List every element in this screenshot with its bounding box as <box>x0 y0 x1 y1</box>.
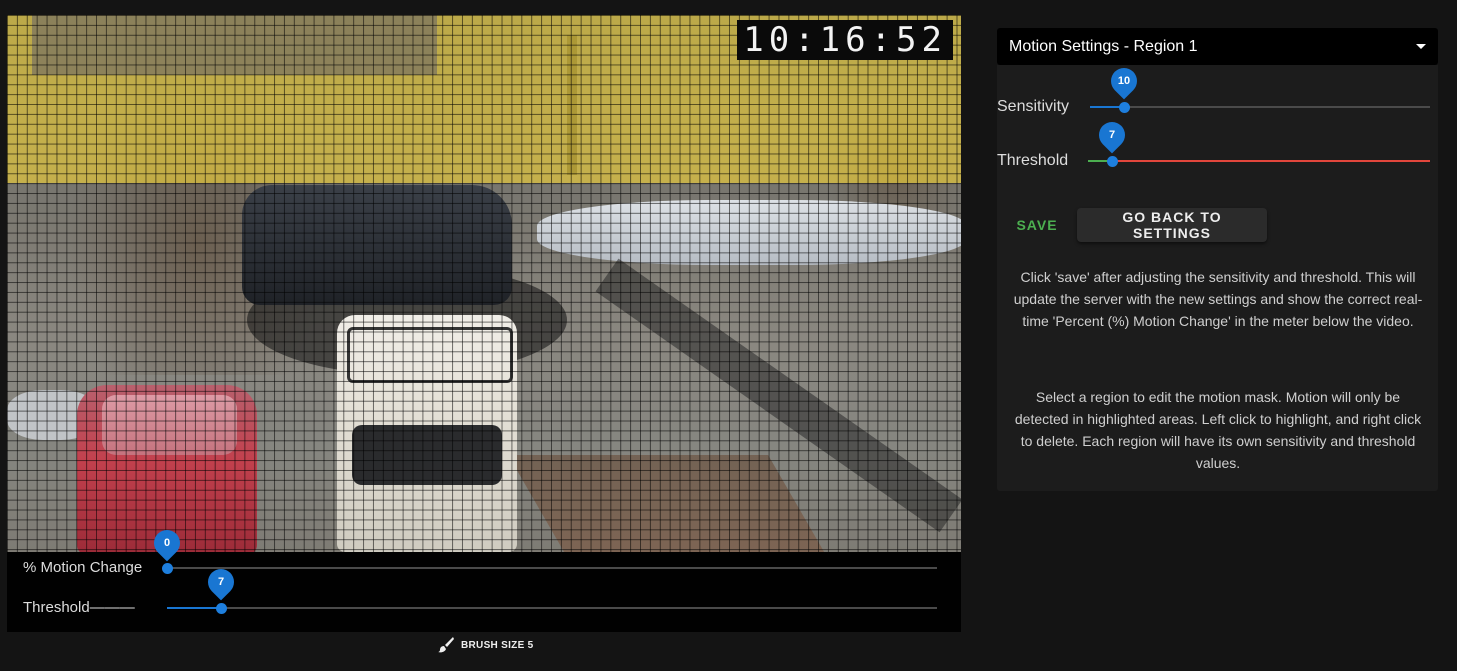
camera-video-feed[interactable]: 10:16:52 <box>7 15 961 552</box>
chevron-down-icon <box>1416 44 1426 49</box>
threshold-label: Threshold <box>997 152 1069 169</box>
motion-change-label: % Motion Change <box>23 559 143 576</box>
meter-threshold-fill <box>167 607 221 609</box>
meter-threshold-label: Threshold——— <box>23 599 135 616</box>
motion-meter-panel: % Motion Change 0 Threshold——— 7 <box>7 524 961 632</box>
brush-size-button[interactable]: BRUSH SIZE 5 <box>437 636 534 654</box>
sensitivity-track[interactable] <box>1090 106 1430 108</box>
region-help-text: Select a region to edit the motion mask.… <box>1014 389 1422 471</box>
threshold-value-bubble: 7 <box>1093 116 1131 154</box>
brush-size-label: BRUSH SIZE 5 <box>461 639 534 651</box>
video-timestamp: 10:16:52 <box>737 20 953 60</box>
region-select-value: Motion Settings - Region 1 <box>1009 37 1198 55</box>
save-help-text: Click 'save' after adjusting the sensiti… <box>1013 269 1423 329</box>
threshold-thumb[interactable] <box>1106 155 1118 167</box>
motion-change-track <box>167 567 937 569</box>
motion-settings-panel: Sensitivity 10 Threshold 7 SAVE GO BACK … <box>997 62 1438 491</box>
motion-change-value-bubble: 0 <box>148 524 186 562</box>
threshold-track[interactable] <box>1090 160 1430 162</box>
sensitivity-label: Sensitivity <box>997 98 1070 115</box>
sensitivity-value-bubble: 10 <box>1105 62 1143 100</box>
motion-change-thumb <box>161 562 173 574</box>
brush-icon <box>438 637 454 653</box>
go-back-to-settings-button[interactable]: GO BACK TO SETTINGS <box>1077 208 1267 242</box>
meter-threshold-track[interactable] <box>167 607 937 609</box>
region-select[interactable]: Motion Settings - Region 1 <box>997 28 1438 65</box>
meter-threshold-value-bubble: 7 <box>202 563 240 601</box>
save-button[interactable]: SAVE <box>1007 208 1067 242</box>
motion-mask-grid[interactable] <box>7 15 961 552</box>
meter-threshold-thumb[interactable] <box>215 602 227 614</box>
sensitivity-thumb[interactable] <box>1118 101 1130 113</box>
